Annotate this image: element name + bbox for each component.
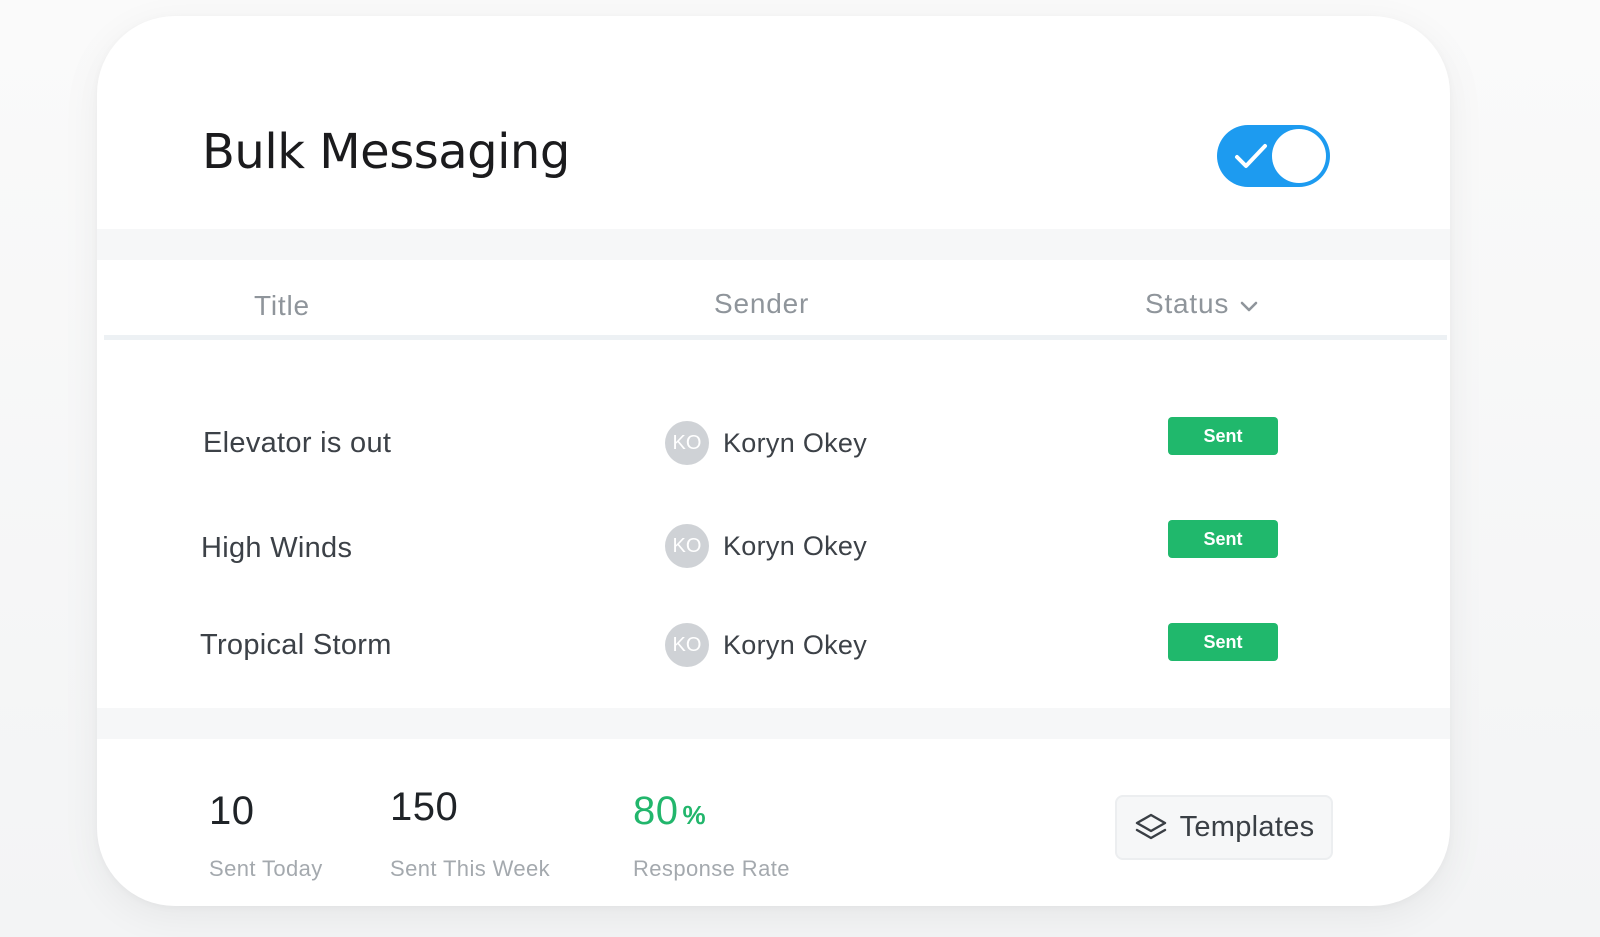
page-title: Bulk Messaging	[202, 124, 570, 180]
toggle-knob	[1272, 129, 1326, 183]
stat-number: 80	[633, 789, 679, 833]
status-badge: Sent	[1168, 623, 1278, 661]
stat-value: 150	[390, 785, 459, 829]
status-badge: Sent	[1168, 520, 1278, 558]
stat-label: Response Rate	[633, 856, 790, 881]
divider-band	[97, 229, 1450, 260]
templates-button[interactable]: Templates	[1115, 795, 1333, 860]
column-header-title[interactable]: Title	[254, 290, 310, 322]
stat-sent-today: 10 Sent Today	[209, 789, 323, 882]
column-header-sender[interactable]: Sender	[714, 288, 809, 320]
message-title: Tropical Storm	[200, 629, 392, 661]
table-row[interactable]: Elevator is out KO Koryn Okey Sent	[97, 401, 1450, 491]
table-header: Title Sender Status	[104, 260, 1447, 340]
sender: KO Koryn Okey	[665, 421, 867, 465]
layers-icon	[1135, 813, 1166, 839]
check-icon	[1235, 144, 1267, 168]
avatar: KO	[665, 421, 709, 465]
table-row[interactable]: High Winds KO Koryn Okey Sent	[97, 504, 1450, 594]
column-header-status[interactable]: Status	[1145, 288, 1259, 320]
stat-value: 80%	[633, 789, 790, 834]
bulk-messaging-card: Bulk Messaging Title Sender Status Eleva…	[97, 16, 1450, 906]
message-title: High Winds	[201, 532, 353, 564]
stats-footer: 10 Sent Today 150 Sent This Week 80% Res…	[97, 739, 1450, 906]
bulk-messaging-toggle[interactable]	[1217, 125, 1330, 187]
sender-name: Koryn Okey	[723, 427, 868, 458]
avatar: KO	[665, 623, 709, 667]
divider-band	[97, 708, 1450, 739]
sender-name: Koryn Okey	[723, 530, 868, 561]
sender: KO Koryn Okey	[665, 623, 867, 667]
stat-unit: %	[682, 800, 707, 830]
avatar: KO	[665, 524, 709, 568]
column-header-status-label: Status	[1145, 288, 1230, 319]
stat-label: Sent Today	[209, 856, 323, 881]
stat-value: 10	[209, 789, 255, 833]
stat-sent-this-week: 150 Sent This Week	[390, 785, 550, 882]
message-title: Elevator is out	[203, 427, 392, 459]
card-header: Bulk Messaging	[97, 16, 1450, 229]
stat-response-rate: 80% Response Rate	[633, 789, 790, 882]
sender: KO Koryn Okey	[665, 524, 867, 568]
status-badge: Sent	[1168, 417, 1278, 455]
templates-label: Templates	[1179, 811, 1315, 843]
stat-label: Sent This Week	[390, 856, 551, 881]
table-row[interactable]: Tropical Storm KO Koryn Okey Sent	[97, 607, 1450, 697]
chevron-down-icon	[1240, 301, 1258, 311]
sender-name: Koryn Okey	[723, 629, 868, 660]
page: Bulk Messaging Title Sender Status Eleva…	[0, 0, 1600, 937]
